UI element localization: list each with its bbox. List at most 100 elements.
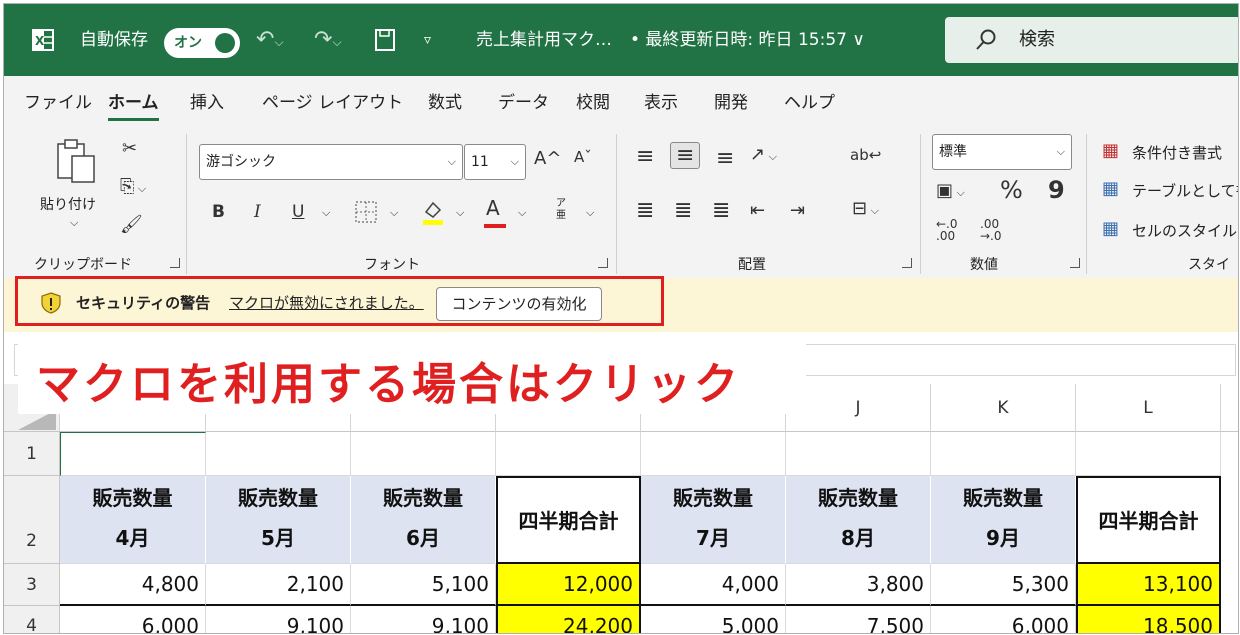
paste-label[interactable]: 貼り付け: [40, 194, 96, 214]
font-size-select[interactable]: 11 ⌵: [464, 144, 526, 180]
tab-review[interactable]: 校閲: [576, 88, 610, 113]
header-cell[interactable]: 販売数量 9月: [931, 476, 1076, 564]
alignment-launcher-icon[interactable]: [902, 258, 912, 268]
grow-font-icon[interactable]: A^: [534, 148, 561, 169]
header-cell[interactable]: 販売数量 6月: [351, 476, 496, 564]
increase-indent-icon[interactable]: ⇥: [790, 200, 805, 221]
table-cell[interactable]: 5,100: [351, 564, 496, 606]
align-left-icon[interactable]: ≣: [636, 198, 654, 223]
save-icon[interactable]: [374, 28, 396, 52]
quarter-total-cell[interactable]: 24,200: [496, 606, 641, 633]
cell[interactable]: [206, 432, 351, 476]
paste-dropdown-icon[interactable]: ⌵: [70, 216, 78, 230]
table-cell[interactable]: 5,000: [641, 606, 786, 633]
table-cell[interactable]: 2,100: [206, 564, 351, 606]
table-cell[interactable]: 5,300: [931, 564, 1076, 606]
decrease-decimal-icon[interactable]: .00 →.0: [980, 218, 1002, 242]
table-cell[interactable]: 4,000: [641, 564, 786, 606]
borders-icon[interactable]: [354, 200, 378, 224]
column-header-k[interactable]: K: [931, 384, 1076, 432]
column-header-j[interactable]: J: [786, 384, 931, 432]
table-cell[interactable]: 3,800: [786, 564, 931, 606]
conditional-format-button[interactable]: 条件付き書式: [1132, 142, 1222, 163]
tab-page-layout[interactable]: ページ レイアウト: [262, 88, 403, 113]
bold-button[interactable]: B: [212, 202, 225, 222]
paste-icon[interactable]: [54, 138, 98, 186]
customize-qat-icon[interactable]: ▿: [424, 4, 431, 76]
cell[interactable]: [931, 432, 1076, 476]
cell-selected[interactable]: [60, 432, 206, 476]
header-cell[interactable]: 販売数量 4月: [60, 476, 206, 564]
copy-icon[interactable]: ⎘ ⌵: [120, 176, 146, 197]
font-launcher-icon[interactable]: [598, 258, 608, 268]
row-header-4[interactable]: 4: [4, 606, 60, 633]
header-cell[interactable]: 販売数量 5月: [206, 476, 351, 564]
chevron-down-icon[interactable]: ⌵: [322, 206, 330, 220]
phonetic-guide-icon[interactable]: ア亜: [556, 198, 568, 222]
tab-help[interactable]: ヘルプ: [784, 88, 835, 113]
tab-developer[interactable]: 開発: [714, 88, 748, 113]
underline-button[interactable]: U: [292, 202, 304, 222]
format-as-table-icon[interactable]: ▦: [1102, 178, 1119, 199]
row-header-1[interactable]: 1: [4, 432, 60, 476]
table-cell[interactable]: 9,100: [206, 606, 351, 633]
increase-decimal-icon[interactable]: ←.0.00: [936, 218, 958, 242]
tab-data[interactable]: データ: [498, 88, 549, 113]
redo-icon[interactable]: ↷⌵: [314, 28, 342, 52]
cell[interactable]: [496, 432, 641, 476]
font-family-select[interactable]: 游ゴシック ⌵: [199, 144, 463, 180]
quarter-total-header[interactable]: 四半期合計: [496, 476, 641, 564]
cell[interactable]: [1076, 432, 1221, 476]
header-cell[interactable]: 販売数量 7月: [641, 476, 786, 564]
cell[interactable]: [641, 432, 786, 476]
cut-icon[interactable]: ✂: [122, 138, 137, 159]
search-box[interactable]: 検索: [945, 17, 1238, 63]
table-cell[interactable]: 6,000: [931, 606, 1076, 633]
font-color-icon[interactable]: A: [486, 196, 500, 220]
chevron-down-icon[interactable]: ⌵: [456, 206, 464, 220]
quarter-total-cell[interactable]: 18,500: [1076, 606, 1221, 633]
table-cell[interactable]: 6,000: [60, 606, 206, 633]
tab-view[interactable]: 表示: [644, 88, 678, 113]
orientation-icon[interactable]: ↗ ⌵: [750, 144, 777, 165]
header-cell[interactable]: 販売数量 8月: [786, 476, 931, 564]
row-header-2[interactable]: 2: [4, 476, 60, 564]
format-as-table-button[interactable]: テーブルとして書: [1132, 180, 1238, 201]
table-cell[interactable]: 4,800: [60, 564, 206, 606]
quarter-total-header[interactable]: 四半期合計: [1076, 476, 1221, 564]
tab-formulas[interactable]: 数式: [428, 88, 462, 113]
cell-styles-icon[interactable]: ▦: [1102, 218, 1119, 239]
quarter-total-cell[interactable]: 12,000: [496, 564, 641, 606]
number-launcher-icon[interactable]: [1070, 258, 1080, 268]
conditional-format-icon[interactable]: ▦: [1102, 140, 1119, 161]
shrink-font-icon[interactable]: Aˇ: [574, 148, 592, 166]
italic-button[interactable]: I: [254, 202, 261, 222]
clipboard-launcher-icon[interactable]: [170, 258, 180, 268]
format-painter-icon[interactable]: 🖌: [120, 214, 143, 235]
decrease-indent-icon[interactable]: ⇤: [750, 200, 765, 221]
quarter-total-cell[interactable]: 13,100: [1076, 564, 1221, 606]
wrap-text-icon[interactable]: ab↩: [850, 146, 881, 164]
tab-file[interactable]: ファイル: [24, 88, 92, 113]
align-middle-icon[interactable]: ≡: [670, 142, 701, 169]
last-modified[interactable]: • 最終更新日時: 昨日 15:57 ∨: [630, 4, 865, 76]
table-cell[interactable]: 9,100: [351, 606, 496, 633]
column-header-l[interactable]: L: [1076, 384, 1221, 432]
align-center-icon[interactable]: ≣: [674, 198, 692, 223]
cell-styles-button[interactable]: セルのスタイル: [1132, 220, 1237, 241]
merge-center-icon[interactable]: ⊟ ⌵: [852, 198, 879, 219]
column-header[interactable]: [1221, 384, 1238, 432]
undo-icon[interactable]: ↶⌵: [256, 28, 284, 52]
chevron-down-icon[interactable]: ⌵: [390, 206, 398, 220]
tab-insert[interactable]: 挿入: [190, 88, 224, 113]
fill-color-icon[interactable]: [420, 198, 446, 226]
align-bottom-icon[interactable]: ≡: [716, 146, 734, 171]
align-top-icon[interactable]: ≡: [636, 144, 654, 169]
tab-home[interactable]: ホーム: [108, 88, 159, 121]
cell[interactable]: [351, 432, 496, 476]
autosave-toggle[interactable]: オン: [164, 28, 240, 58]
chevron-down-icon[interactable]: ⌵: [586, 206, 594, 220]
table-cell[interactable]: 7,500: [786, 606, 931, 633]
cell[interactable]: [786, 432, 931, 476]
comma-style-button[interactable]: 9: [1048, 176, 1065, 204]
